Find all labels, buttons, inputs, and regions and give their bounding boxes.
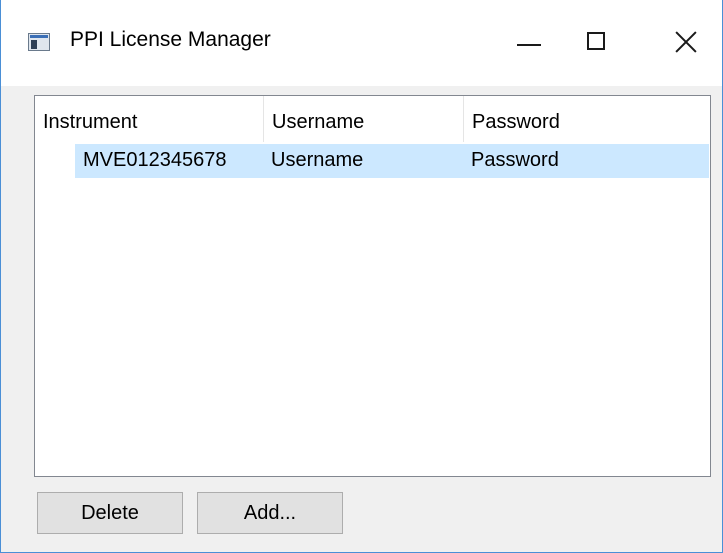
license-manager-window: PPI License Manager Instrument Username … bbox=[0, 0, 723, 553]
maximize-button[interactable] bbox=[553, 0, 643, 86]
column-header-password[interactable]: Password bbox=[464, 96, 710, 142]
column-header-instrument[interactable]: Instrument bbox=[35, 96, 264, 142]
title-bar[interactable]: PPI License Manager bbox=[1, 0, 722, 86]
delete-button[interactable]: Delete bbox=[37, 492, 183, 534]
add-button[interactable]: Add... bbox=[197, 492, 343, 534]
license-row-password: Password bbox=[471, 149, 559, 171]
license-row[interactable]: MVE012345678 Username Password bbox=[75, 144, 709, 178]
license-list[interactable]: Instrument Username Password MVE01234567… bbox=[34, 95, 711, 477]
application-window-icon[interactable] bbox=[28, 33, 50, 51]
close-icon bbox=[674, 30, 698, 54]
window-title: PPI License Manager bbox=[70, 28, 271, 51]
license-row-instrument: MVE012345678 bbox=[83, 149, 227, 171]
minimize-icon bbox=[517, 44, 541, 46]
column-header-row: Instrument Username Password bbox=[35, 96, 710, 142]
license-row-username: Username bbox=[271, 149, 364, 171]
column-header-username[interactable]: Username bbox=[264, 96, 464, 142]
maximize-icon bbox=[587, 32, 605, 50]
close-button[interactable] bbox=[632, 0, 722, 86]
